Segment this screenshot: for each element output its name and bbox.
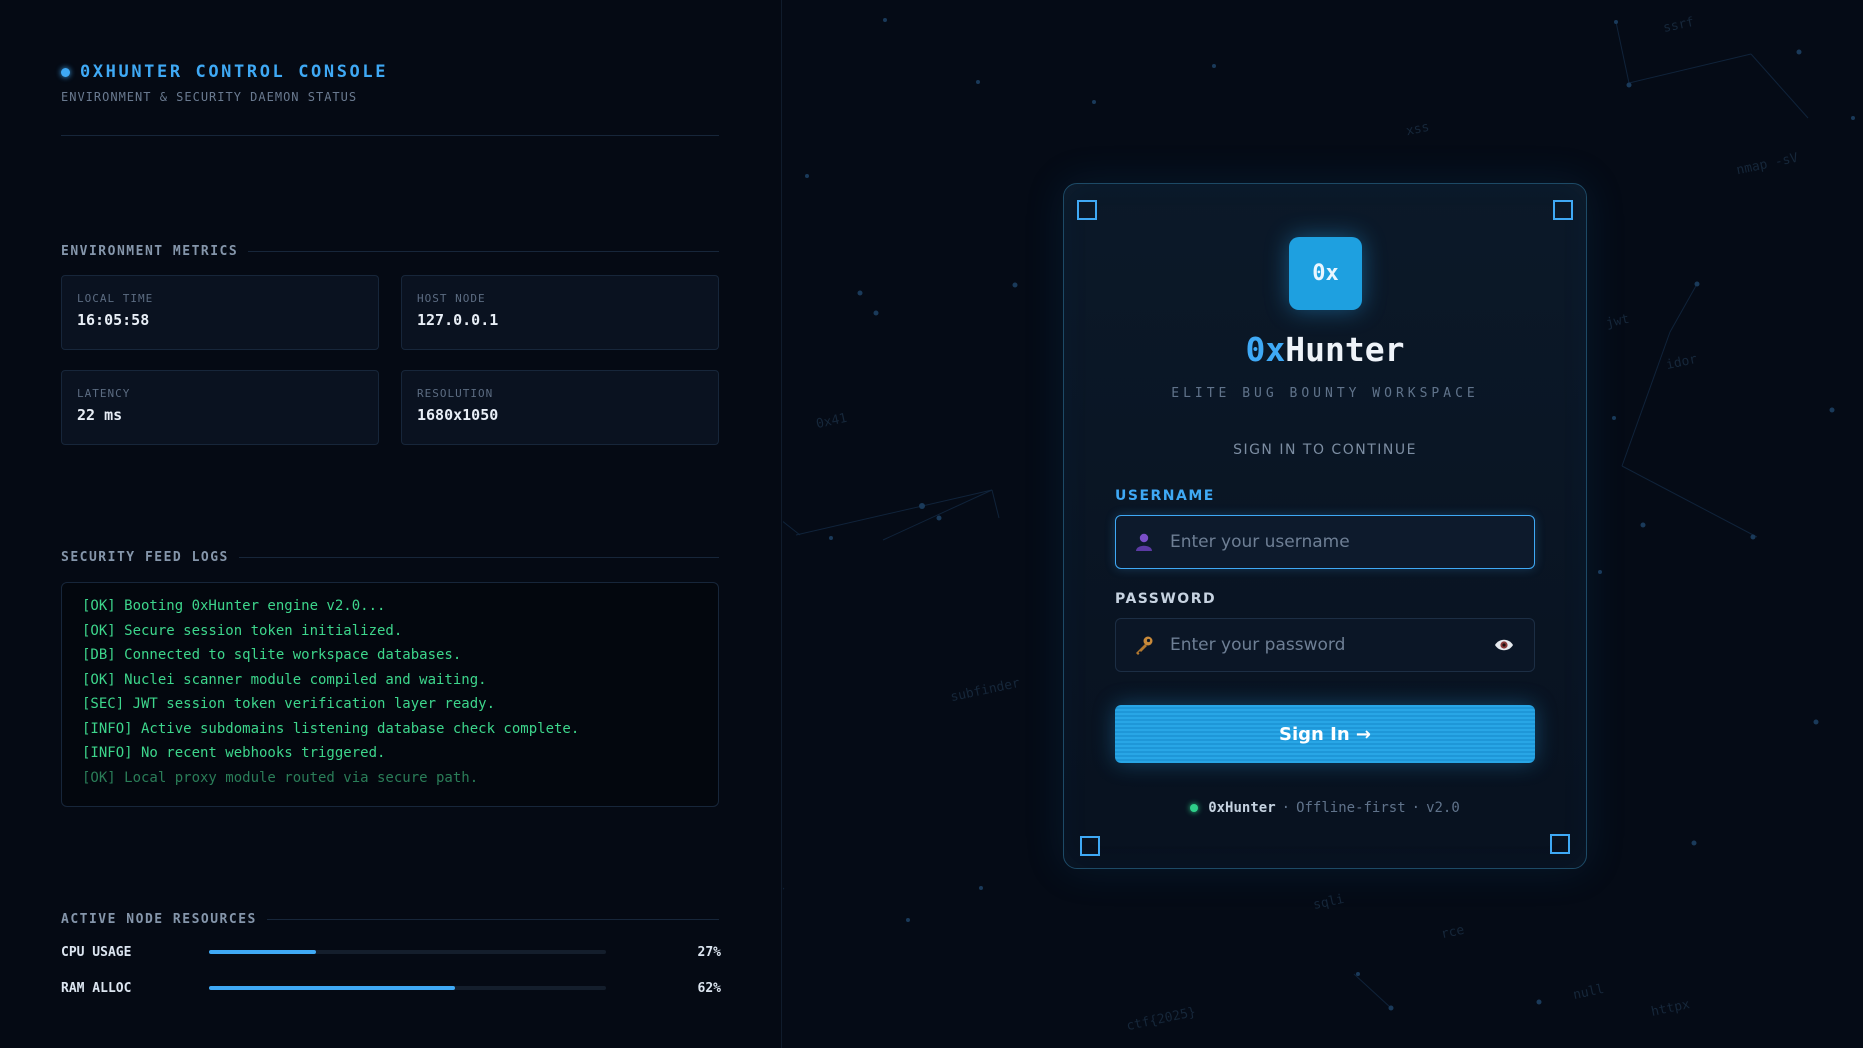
logs-section-title: SECURITY FEED LOGS: [61, 550, 229, 565]
app-logo: 0x: [1289, 237, 1362, 310]
metric-value: 16:05:58: [77, 311, 150, 329]
resource-cpu: CPU USAGE 27%: [61, 942, 721, 962]
console-title-row: 0XHUNTER CONTROL CONSOLE: [61, 62, 719, 82]
log-line: [INFO] No recent webhooks triggered.: [82, 745, 386, 761]
resource-value: 27%: [697, 944, 721, 960]
divider: [248, 251, 719, 252]
footer-version: v2.0: [1426, 800, 1460, 816]
metric-resolution: RESOLUTION 1680x1050: [401, 370, 719, 445]
footer-mode: Offline-first: [1296, 800, 1406, 816]
username-field[interactable]: [1115, 515, 1535, 569]
divider: [266, 919, 719, 920]
user-icon: [1134, 532, 1154, 552]
security-log-feed[interactable]: [OK] Booting 0xHunter engine v2.0... [OK…: [61, 582, 719, 807]
resource-label: RAM ALLOC: [61, 980, 132, 996]
status-panel: 0XHUNTER CONTROL CONSOLE ENVIRONMENT & S…: [0, 0, 782, 1048]
corner-bracket-icon: [1550, 834, 1570, 854]
username-label: USERNAME: [1115, 488, 1215, 504]
resources-section-label: ACTIVE NODE RESOURCES: [61, 912, 719, 927]
log-line: [OK] Nuclei scanner module compiled and …: [82, 671, 487, 688]
password-label: PASSWORD: [1115, 591, 1217, 607]
progress-fill: [209, 950, 317, 954]
metric-label: RESOLUTION: [417, 387, 494, 400]
log-line: [OK] Secure session token initialized.: [82, 622, 403, 639]
footer-separator: ·: [1411, 800, 1421, 816]
progress-fill: [209, 986, 456, 990]
log-line: [DB] Connected to sqlite workspace datab…: [82, 647, 462, 663]
metric-label: HOST NODE: [417, 292, 486, 305]
metric-local-time: LOCAL TIME 16:05:58: [61, 275, 379, 350]
console-header: 0XHUNTER CONTROL CONSOLE ENVIRONMENT & S…: [61, 62, 719, 104]
status-dot-icon: [1190, 804, 1199, 812]
metrics-section-label: ENVIRONMENT METRICS: [61, 244, 719, 259]
sign-in-button[interactable]: Sign In →: [1115, 705, 1535, 763]
log-line: [OK] Booting 0xHunter engine v2.0...: [82, 598, 386, 614]
corner-bracket-icon: [1077, 200, 1097, 220]
brand-prefix: 0x: [1245, 330, 1286, 369]
password-input[interactable]: [1170, 635, 1492, 655]
progress-track: [209, 986, 606, 990]
resource-ram: RAM ALLOC 62%: [61, 978, 721, 998]
footer-separator: ·: [1281, 800, 1291, 816]
corner-bracket-icon: [1553, 200, 1573, 220]
metric-label: LATENCY: [77, 387, 131, 400]
resource-value: 62%: [697, 980, 721, 996]
divider: [238, 557, 719, 558]
metric-host-node: HOST NODE 127.0.0.1: [401, 275, 719, 350]
username-input[interactable]: [1170, 532, 1516, 552]
metric-label: LOCAL TIME: [77, 292, 154, 305]
password-field[interactable]: [1115, 618, 1535, 672]
progress-track: [209, 950, 606, 954]
resource-label: CPU USAGE: [61, 944, 132, 960]
divider: [61, 135, 719, 136]
log-line: [SEC] JWT session token verification lay…: [82, 696, 496, 712]
log-line: [OK] Local proxy module routed via secur…: [82, 769, 479, 786]
metric-value: 1680x1050: [417, 406, 499, 424]
footer-brand: 0xHunter: [1208, 800, 1276, 816]
metric-latency: LATENCY 22 ms: [61, 370, 379, 445]
key-icon: [1134, 635, 1154, 655]
brand-name: 0xHunter: [1064, 330, 1586, 369]
logs-section-label: SECURITY FEED LOGS: [61, 550, 719, 565]
brand-suffix: Hunter: [1285, 330, 1405, 369]
status-dot-icon: [61, 67, 70, 77]
logo-text: 0x: [1312, 261, 1339, 286]
signin-heading: SIGN IN TO CONTINUE: [1233, 442, 1417, 458]
tagline: ELITE BUG BOUNTY WORKSPACE: [1171, 386, 1479, 401]
metric-value: 22 ms: [77, 406, 123, 424]
metric-value: 127.0.0.1: [417, 311, 499, 329]
console-subtitle: ENVIRONMENT & SECURITY DAEMON STATUS: [61, 90, 358, 104]
card-footer: 0xHunter · Offline-first · v2.0: [1064, 800, 1586, 816]
eye-icon[interactable]: [1492, 633, 1516, 657]
login-card: 0x 0xHunter ELITE BUG BOUNTY WORKSPACE S…: [1063, 183, 1587, 869]
console-title: 0XHUNTER CONTROL CONSOLE: [80, 62, 389, 82]
resources-section-title: ACTIVE NODE RESOURCES: [61, 912, 257, 927]
metrics-section-title: ENVIRONMENT METRICS: [61, 244, 239, 259]
corner-bracket-icon: [1080, 836, 1100, 856]
log-line: [INFO] Active subdomains listening datab…: [82, 720, 580, 737]
